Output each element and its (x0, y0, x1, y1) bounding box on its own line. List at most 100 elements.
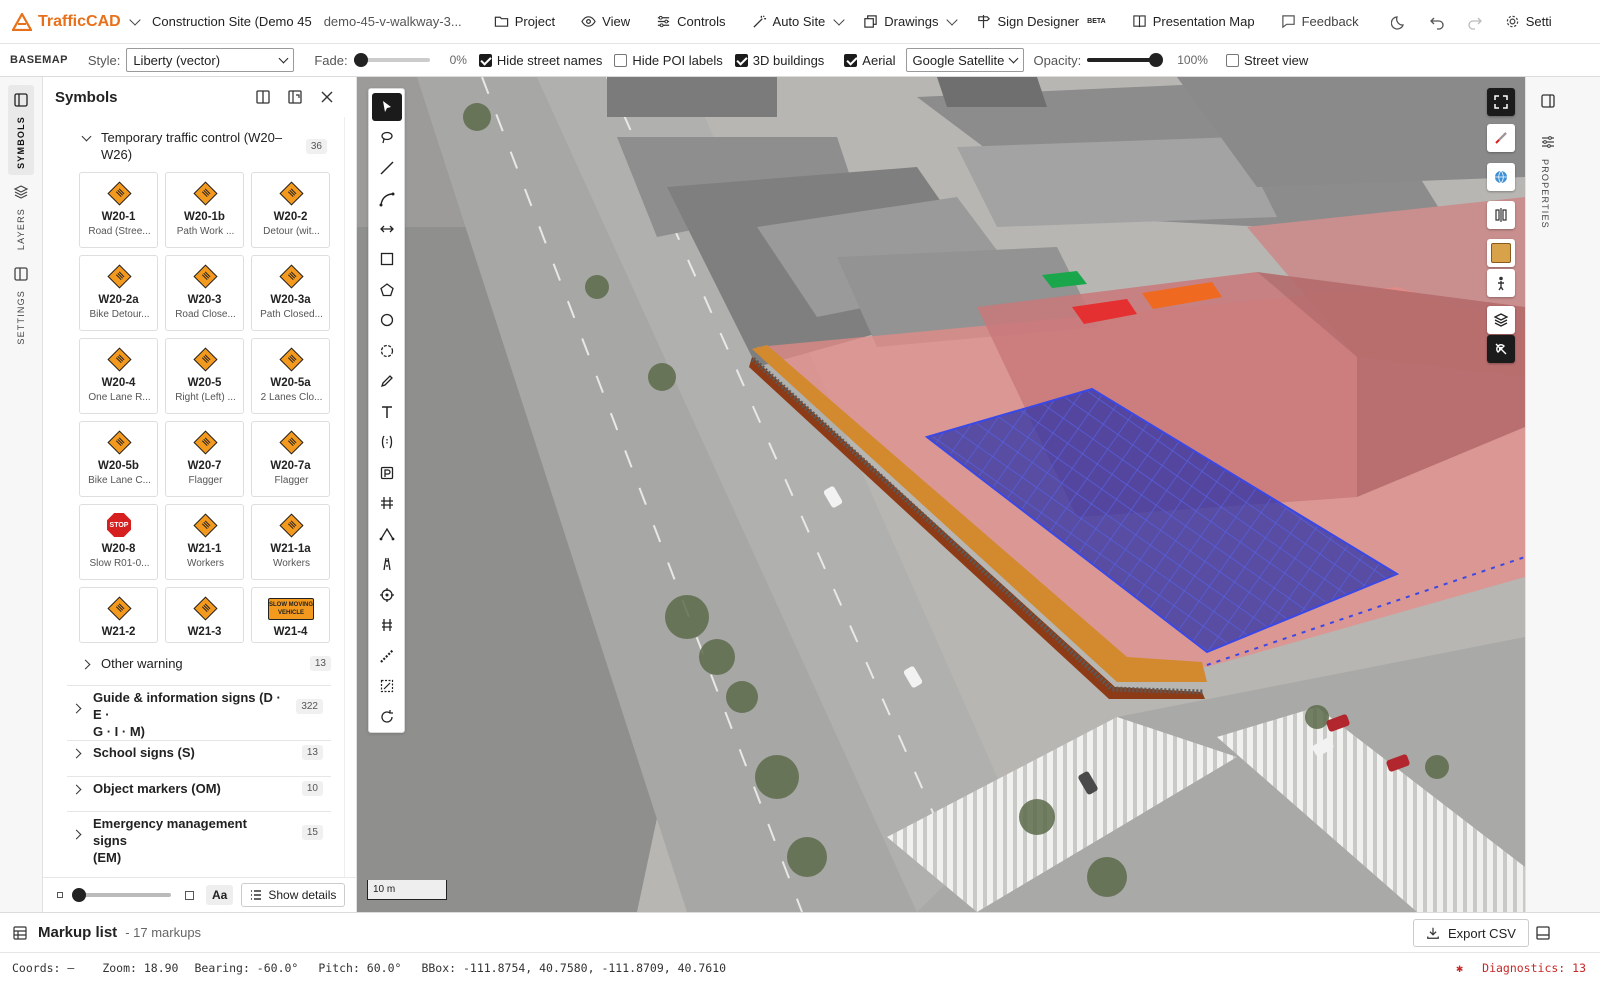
hide-street-names-checkbox[interactable]: Hide street names (478, 53, 602, 68)
line-tool[interactable] (372, 154, 402, 182)
compass-button[interactable] (1487, 124, 1515, 152)
tab-settings[interactable]: SETTINGS (8, 259, 34, 351)
ellipse-tool[interactable] (372, 337, 402, 365)
drawings-menu[interactable]: Drawings (863, 13, 959, 29)
app-menu-button[interactable]: TrafficCAD (0, 12, 141, 31)
street-view-button[interactable] (1487, 269, 1515, 297)
expand-list-icon[interactable] (1535, 925, 1551, 941)
rectangle-tool[interactable] (372, 245, 402, 273)
controls-menu[interactable]: Controls (656, 14, 726, 29)
symbol-tile-w21-2[interactable]: W21-2 (79, 587, 158, 643)
symbol-tile-w20-7[interactable]: W20-7 Flagger (165, 421, 244, 497)
symbol-tile-w20-5b[interactable]: W20-5b Bike Lane C... (79, 421, 158, 497)
barrier-tool[interactable] (372, 611, 402, 639)
font-size-toggle[interactable]: Aa (206, 885, 234, 905)
symbol-tile-w20-8[interactable]: STOP W20-8 Slow R01-0... (79, 504, 158, 580)
scrollbar[interactable] (344, 117, 354, 877)
symbol-tile-w20-5a[interactable]: W20-5a 2 Lanes Clo... (251, 338, 330, 414)
category-row[interactable]: Other warning 13 (75, 655, 335, 689)
layers-button[interactable] (1487, 306, 1515, 334)
callout-tool[interactable] (372, 428, 402, 456)
route-tool[interactable] (372, 520, 402, 548)
fade-slider-handle[interactable] (353, 53, 368, 67)
basemap-swatch-button[interactable] (1487, 239, 1515, 267)
popout-icon[interactable] (287, 89, 303, 105)
symbol-tile-w20-3a[interactable]: W20-3a Path Closed... (251, 255, 330, 331)
project-title[interactable]: Construction Site (Demo 45 (152, 14, 312, 29)
symbol-tile-w20-5[interactable]: W20-5 Right (Left) ... (165, 338, 244, 414)
properties-sliders-icon[interactable] (1540, 134, 1556, 150)
text-tool[interactable] (372, 398, 402, 426)
curve-tool[interactable] (372, 185, 402, 213)
hide-poi-labels-checkbox[interactable]: Hide POI labels (614, 53, 723, 68)
checkbox-box[interactable] (844, 53, 858, 67)
redo-icon[interactable] (1467, 14, 1483, 30)
symbol-tile-w20-2a[interactable]: W20-2a Bike Detour... (79, 255, 158, 331)
dimension-tool[interactable] (372, 215, 402, 243)
diagnostics-badge[interactable]: ✱ Diagnostics: 13 (1444, 961, 1586, 975)
parking-tool[interactable] (372, 459, 402, 487)
snap-toggle-button[interactable] (1487, 335, 1515, 363)
target-tool[interactable] (372, 581, 402, 609)
category-row[interactable]: School signs (S) 13 (67, 744, 327, 780)
symbol-size-slider[interactable] (72, 888, 171, 902)
symbol-list[interactable]: Temporary traffic control (W20– W26) 36 W… (43, 117, 343, 877)
dock-left-icon[interactable] (255, 89, 271, 105)
symbol-tile-w20-3[interactable]: W20-3 Road Close... (165, 255, 244, 331)
checkbox-box[interactable] (478, 53, 492, 67)
opacity-slider[interactable] (1087, 53, 1164, 67)
fullscreen-button[interactable] (1487, 88, 1515, 116)
symbol-tile-w20-2[interactable]: W20-2 Detour (wit... (251, 172, 330, 248)
rotate-tool[interactable] (372, 703, 402, 731)
tab-layers[interactable]: LAYERS (8, 177, 34, 256)
symbol-tile-w20-7a[interactable]: W20-7a Flagger (251, 421, 330, 497)
globe-button[interactable] (1487, 163, 1515, 191)
grid-tool[interactable] (372, 489, 402, 517)
3d-buildings-checkbox[interactable]: 3D buildings (734, 53, 824, 68)
show-details-button[interactable]: Show details (241, 883, 346, 907)
undo-icon[interactable] (1429, 14, 1445, 30)
close-icon[interactable] (319, 89, 335, 105)
symbol-tile-w21-1[interactable]: W21-1 Workers (165, 504, 244, 580)
lasso-tool[interactable] (372, 124, 402, 152)
symbol-tile-w21-1a[interactable]: W21-1a Workers (251, 504, 330, 580)
select-tool[interactable] (372, 93, 402, 121)
feedback-menu[interactable]: Feedback (1281, 14, 1359, 29)
checkbox-box[interactable] (614, 53, 628, 67)
category-row[interactable]: Emergency management signs (EM) 15 (67, 815, 327, 869)
pencil-tool[interactable] (372, 367, 402, 395)
tab-symbols[interactable]: SYMBOLS (8, 85, 34, 175)
split-view-button[interactable] (1487, 201, 1515, 229)
moon-icon[interactable] (1390, 14, 1407, 30)
opacity-slider-handle[interactable] (1149, 53, 1164, 67)
measure-tool[interactable] (372, 642, 402, 670)
area-select-tool[interactable] (372, 672, 402, 700)
style-select[interactable]: Liberty (vector) (126, 48, 295, 72)
collapse-panel-icon[interactable] (1540, 93, 1556, 109)
symbol-tile-w21-3[interactable]: W21-3 (165, 587, 244, 643)
project-menu[interactable]: Project (494, 14, 555, 29)
auto-site-menu[interactable]: Auto Site (752, 13, 845, 29)
aerial-checkbox[interactable]: Aerial (844, 53, 896, 68)
map-canvas[interactable]: 10 m (357, 77, 1525, 912)
circle-tool[interactable] (372, 306, 402, 334)
symbol-tile-w20-1b[interactable]: W20-1b Path Work ... (165, 172, 244, 248)
polygon-tool[interactable] (372, 276, 402, 304)
category-temporary-traffic-control[interactable]: Temporary traffic control (W20– W26) 36 (67, 129, 331, 163)
checkbox-box[interactable] (734, 53, 748, 67)
presentation-map-menu[interactable]: Presentation Map (1132, 14, 1255, 29)
settings-menu[interactable]: Setti (1505, 14, 1552, 29)
symbol-size-handle[interactable] (72, 888, 86, 902)
tab-properties[interactable]: PROPERTIES (1540, 159, 1550, 229)
lane-tool[interactable] (372, 550, 402, 578)
project-slug[interactable]: demo-45-v-walkway-3... (324, 14, 474, 29)
street-view-checkbox[interactable]: Street view (1225, 53, 1308, 68)
symbol-tile-w20-1[interactable]: W20-1 Road (Stree... (79, 172, 158, 248)
aerial-source-select[interactable]: Google Satellite (905, 48, 1024, 72)
markup-list-title[interactable]: Markup list (38, 924, 117, 941)
symbol-tile-w21-4[interactable]: SLOW MOVING VEHICLE W21-4 (251, 587, 330, 643)
fade-slider[interactable] (353, 53, 430, 67)
sign-designer-menu[interactable]: Sign Designer BETA (976, 14, 1106, 29)
checkbox-box[interactable] (1225, 53, 1239, 67)
view-menu[interactable]: View (581, 14, 630, 29)
